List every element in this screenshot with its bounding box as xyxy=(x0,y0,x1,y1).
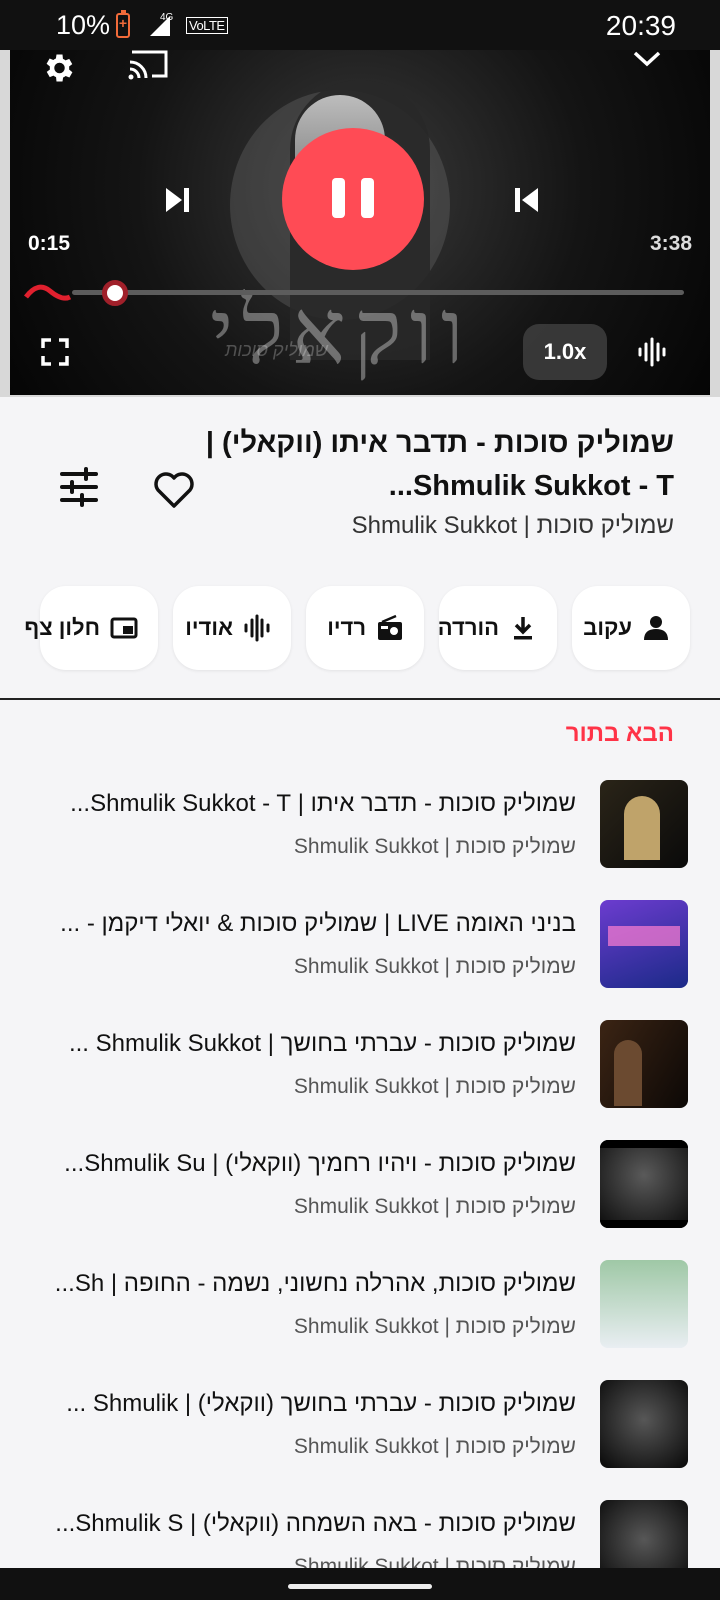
follow-button[interactable]: עקוב xyxy=(572,586,690,670)
queue-thumbnail xyxy=(600,1260,688,1348)
queue-thumbnail xyxy=(600,900,688,988)
person-icon xyxy=(644,616,668,640)
artwork-signature: שמוליק סוכות xyxy=(225,340,329,360)
elapsed-time: 0:15 xyxy=(28,232,71,255)
queue-item[interactable]: שמוליק סוכות, אהרלה נחשוני, נשמה - החופה… xyxy=(0,1260,720,1370)
artwork-title: ווקאלי xyxy=(210,280,472,385)
equalizer-icon[interactable] xyxy=(58,466,100,508)
video-player[interactable]: ווקאלי שמוליק סוכות 0:15 3:38 1.0x xyxy=(10,50,710,395)
seek-bar[interactable] xyxy=(72,290,684,295)
gear-icon[interactable] xyxy=(40,50,76,86)
divider xyxy=(0,698,720,700)
pause-button[interactable] xyxy=(282,128,424,270)
queue-item-title: שמוליק סוכות, אהרלה נחשוני, נשמה - החופה… xyxy=(54,1270,576,1297)
seek-thumb[interactable] xyxy=(102,280,128,306)
queue-item[interactable]: שמוליק סוכות - עברתי בחושך (ווקאלי) | Sh… xyxy=(0,1380,720,1490)
action-row: עקוב הורדה רדיו אודיו חלון צף xyxy=(24,586,692,670)
download-button[interactable]: הורדה xyxy=(437,586,557,670)
network-type-label: 4G xyxy=(160,12,174,23)
up-next-heading: הבא בתור xyxy=(565,720,674,747)
seek-played-wave xyxy=(24,284,72,301)
skip-next-icon[interactable] xyxy=(162,185,192,215)
battery-percentage: 10% xyxy=(56,10,111,40)
queue-thumbnail xyxy=(600,1020,688,1108)
queue-thumbnail xyxy=(600,1140,688,1228)
queue-item-artist: שמוליק סוכות | Shmulik Sukkot xyxy=(293,1195,576,1218)
queue-item-artist: שמוליק סוכות | Shmulik Sukkot xyxy=(293,955,576,978)
battery-charging-icon xyxy=(116,10,130,38)
volte-badge: VoLTE xyxy=(186,17,228,34)
follow-label: עקוב xyxy=(583,615,632,640)
download-icon xyxy=(514,617,532,640)
queue-item[interactable]: שמוליק סוכות - ויהיו רחמיך (ווקאלי) | Sh… xyxy=(0,1140,720,1250)
queue-thumbnail xyxy=(600,780,688,868)
queue-thumbnail xyxy=(600,1380,688,1468)
queue-item-title: בניני האומה LIVE | שמוליק סוכות & יואלי … xyxy=(60,910,576,937)
heart-icon[interactable] xyxy=(152,470,196,510)
audio-only-button[interactable]: אודיו xyxy=(173,586,291,670)
radio-label: רדיו xyxy=(327,615,366,640)
track-artist[interactable]: שמוליק סוכות | Shmulik Sukkot xyxy=(352,512,674,540)
queue-item-title: שמוליק סוכות - עברתי בחושך (ווקאלי) | Sh… xyxy=(66,1390,576,1417)
pause-icon xyxy=(332,178,345,218)
queue-item-artist: שמוליק סוכות | Shmulik Sukkot xyxy=(293,1435,576,1458)
download-label: הורדה xyxy=(437,615,499,640)
audio-wave-icon xyxy=(244,614,270,642)
chevron-down-icon[interactable] xyxy=(632,50,662,68)
queue-item-title: שמוליק סוכות - ויהיו רחמיך (ווקאלי) | Sh… xyxy=(64,1150,576,1177)
queue-item-title: שמוליק סוכות - עברתי בחושך | Shmulik Suk… xyxy=(68,1030,576,1057)
playback-speed-button[interactable]: 1.0x xyxy=(523,324,607,380)
audio-label: אודיו xyxy=(185,615,233,640)
track-title: שמוליק סוכות - תדבר איתו (ווקאלי) | Shmu… xyxy=(205,427,674,502)
queue-item-title: שמוליק סוכות - תדבר איתו | Shmulik Sukko… xyxy=(70,790,576,817)
queue-item-title: שמוליק סוכות - באה השמחה (ווקאלי) | Shmu… xyxy=(55,1510,576,1537)
picture-in-picture-icon xyxy=(110,617,138,639)
status-clock: 20:39 xyxy=(605,10,676,41)
skip-previous-icon[interactable] xyxy=(512,185,542,215)
queue-item-artist: שמוליק סוכות | Shmulik Sukkot xyxy=(293,1075,576,1098)
status-bar: 10% 4G VoLTE 20:39 xyxy=(0,0,720,50)
radio-button[interactable]: רדיו xyxy=(306,586,424,670)
cast-icon[interactable] xyxy=(128,50,170,80)
queue-item[interactable]: שמוליק סוכות - עברתי בחושך | Shmulik Suk… xyxy=(0,1020,720,1130)
fullscreen-icon[interactable] xyxy=(40,337,70,367)
queue-item[interactable]: בניני האומה LIVE | שמוליק סוכות & יואלי … xyxy=(0,900,720,1010)
pip-label: חלון צף xyxy=(24,615,100,640)
radio-icon xyxy=(378,614,402,640)
picture-in-picture-button[interactable]: חלון צף xyxy=(24,586,158,670)
queue-item-artist: שמוליק סוכות | Shmulik Sukkot xyxy=(293,835,576,858)
queue-item-artist: שמוליק סוכות | Shmulik Sukkot xyxy=(293,1315,576,1338)
queue-item[interactable]: שמוליק סוכות - תדבר איתו | Shmulik Sukko… xyxy=(0,780,720,890)
audio-wave-icon[interactable] xyxy=(636,336,668,368)
total-duration: 3:38 xyxy=(649,232,692,255)
home-gesture-handle[interactable] xyxy=(288,1584,432,1589)
